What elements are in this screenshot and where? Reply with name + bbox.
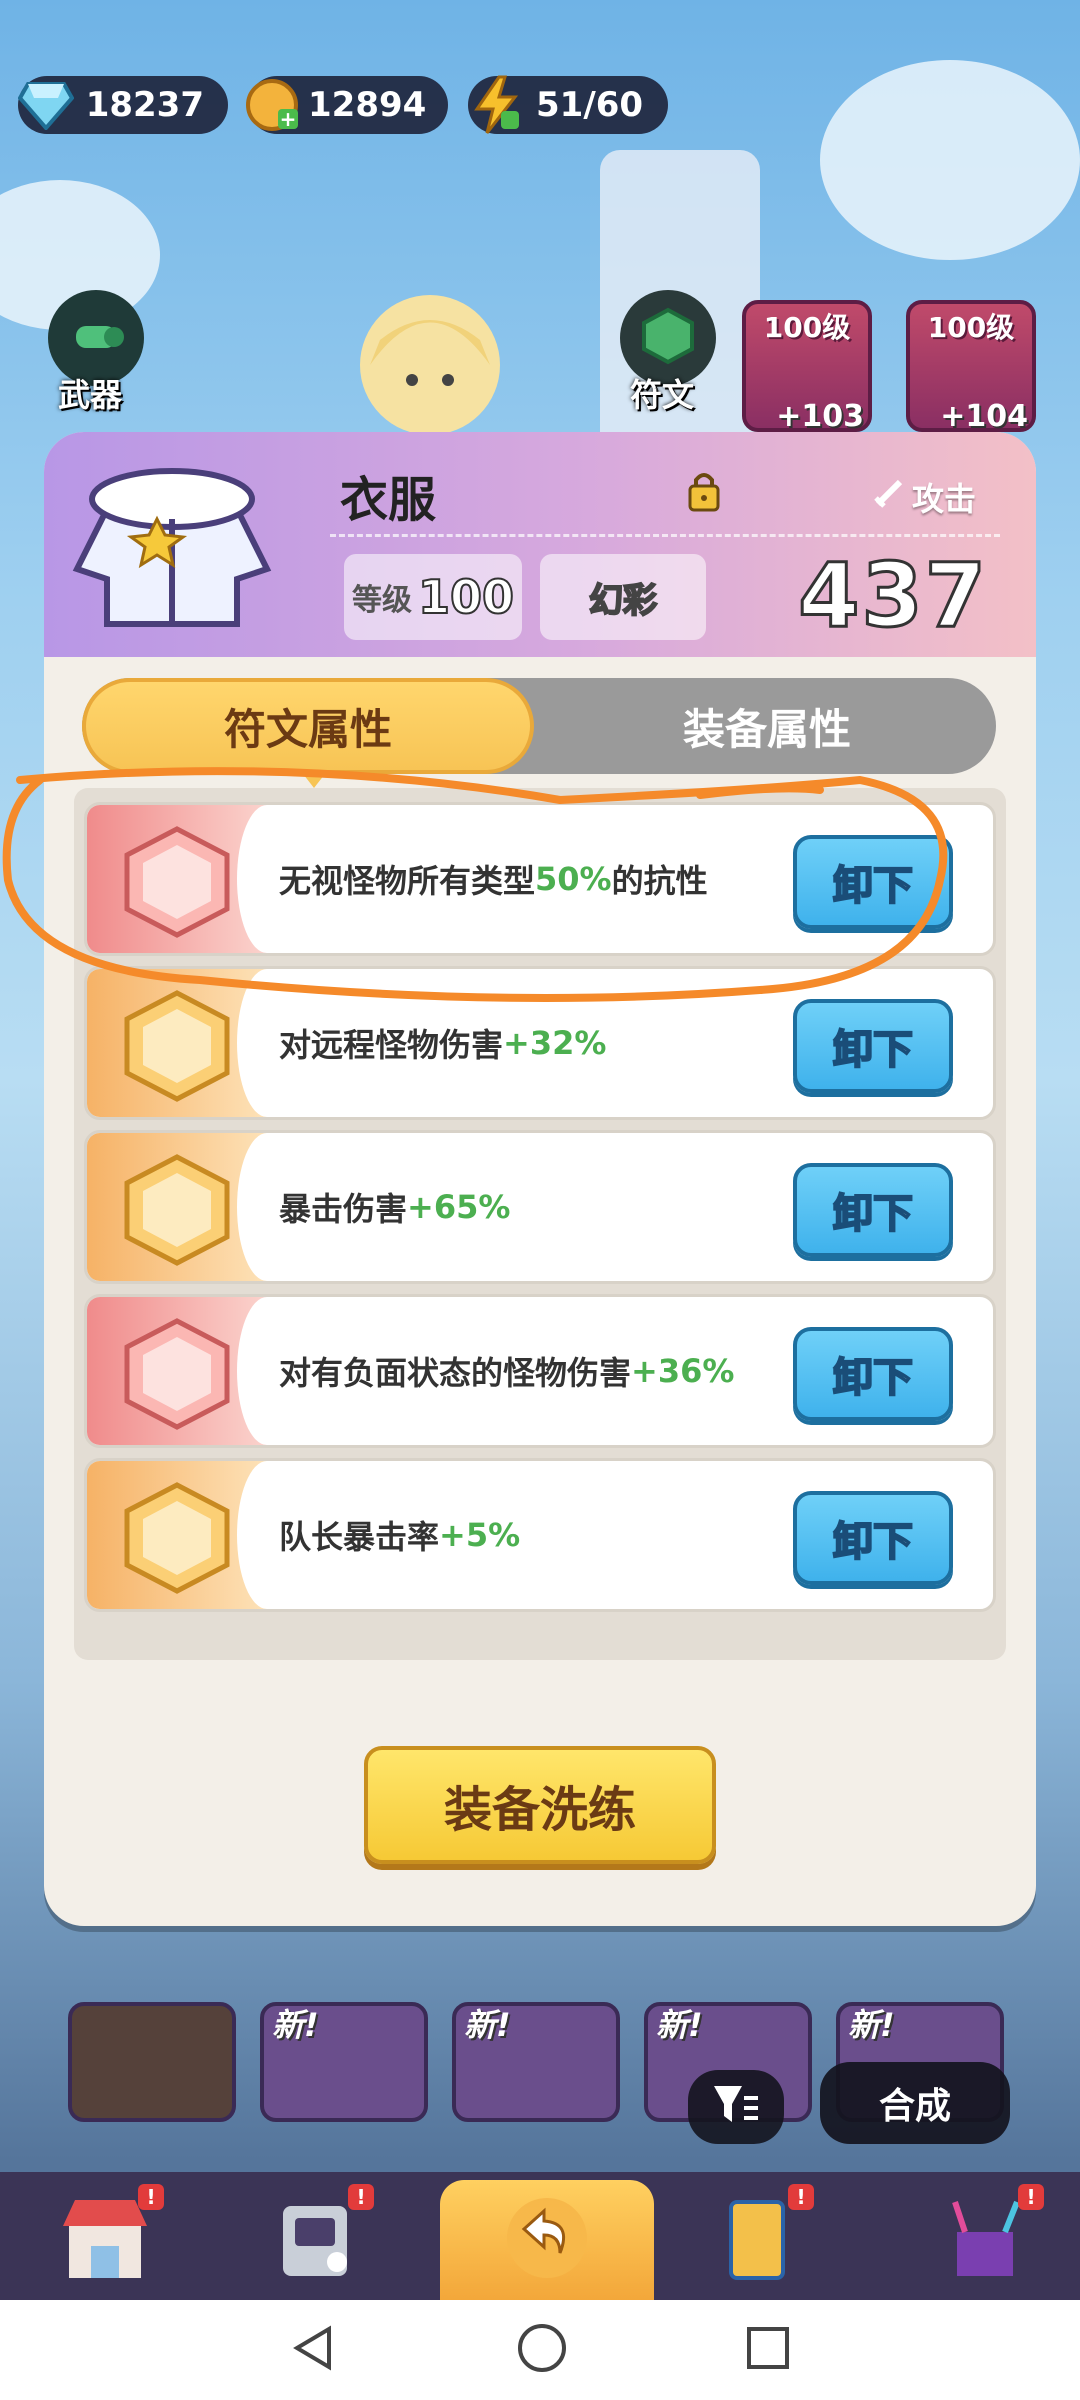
red-rune-gem-icon[interactable]	[117, 823, 237, 941]
coins-value: 12894	[308, 85, 427, 125]
coin-plus-icon: +	[244, 73, 300, 137]
home-circle-icon[interactable]	[516, 2322, 568, 2378]
rune-effect-text: 对有负面状态的怪物伤害	[279, 1354, 632, 1392]
inventory-card[interactable]: 新!	[452, 2002, 620, 2122]
gear-enhance: +104	[940, 399, 1028, 434]
rune-effect-suffix: 的抗性	[611, 862, 708, 900]
rune-effect-text: 队长暴击率	[279, 1518, 440, 1556]
modal-header: 衣服 攻击 等级 100 幻彩 437	[44, 432, 1036, 657]
svg-text:+: +	[280, 107, 297, 131]
unequip-button[interactable]: 卸下	[793, 835, 953, 929]
orange-rune-gem-icon[interactable]	[117, 987, 237, 1105]
hero-portrait[interactable]	[330, 270, 530, 450]
unequip-button[interactable]: 卸下	[793, 999, 953, 1093]
refine-equipment-button[interactable]: 装备洗练	[364, 1746, 716, 1864]
merge-button[interactable]: 合成	[820, 2062, 1010, 2144]
weapon-label: 武器	[58, 376, 123, 414]
new-badge: 新!	[848, 2006, 895, 2044]
energy-counter[interactable]: 51/60	[468, 75, 668, 134]
red-rune-gem-icon[interactable]	[117, 1315, 237, 1433]
back-triangle-icon[interactable]	[289, 2323, 339, 2377]
gear-enhance: +103	[776, 399, 864, 434]
resource-bar: 18237 + 12894 51/60	[17, 75, 668, 134]
sword-icon	[872, 476, 906, 518]
adventure-nav[interactable]: !	[690, 2180, 820, 2298]
rune-row: 无视怪物所有类型 50% 的抗性 卸下	[84, 802, 996, 956]
unequip-button[interactable]: 卸下	[793, 1327, 953, 1421]
gear-level: 100级	[763, 311, 851, 344]
gear-card-helmet[interactable]: 100级 +103	[742, 300, 872, 434]
rarity-badge: 幻彩	[540, 554, 706, 640]
rune-row: 对远程怪物伤害 +32% 卸下	[84, 966, 996, 1120]
orange-rune-gem-icon[interactable]	[117, 1151, 237, 1269]
inventory-card[interactable]: 新!	[260, 2002, 428, 2122]
gear-card-armor[interactable]: 100级 +104	[906, 300, 1036, 434]
filter-button[interactable]	[688, 2070, 784, 2144]
rune-effect: 无视怪物所有类型 50% 的抗性	[279, 805, 708, 953]
gems-counter[interactable]: 18237	[17, 76, 228, 134]
new-badge: 新!	[464, 2006, 511, 2044]
rune-effect: 对远程怪物伤害 +32%	[279, 969, 606, 1117]
rune-row: 队长暴击率 +5% 卸下	[84, 1458, 996, 1612]
level-value: 100	[417, 569, 515, 625]
header-divider	[330, 534, 1000, 537]
level-label: 等级	[351, 583, 412, 618]
rune-effect-text: 暴击伤害	[279, 1190, 408, 1228]
energy-value: 51/60	[536, 85, 644, 125]
jacket-icon	[62, 444, 282, 644]
hero-equipment-area: 武器 符文 100级 +103 100级 +104	[0, 160, 1080, 460]
weapon-icon	[66, 306, 126, 370]
filter-icon	[712, 2084, 760, 2130]
return-arrow-icon	[502, 2193, 592, 2287]
gacha-nav[interactable]: !	[250, 2180, 380, 2298]
equipment-detail-modal: 衣服 攻击 等级 100 幻彩 437 符文属性 装备属性 无视怪物所有类型 50…	[44, 432, 1036, 1926]
alert-badge: !	[1018, 2184, 1044, 2210]
rune-effect-text: 对远程怪物伤害	[279, 1026, 504, 1064]
rune-bonus: +65%	[407, 1188, 511, 1226]
gear-level: 100级	[927, 311, 1015, 344]
orange-rune-gem-icon[interactable]	[117, 1479, 237, 1597]
rune-bonus: 50%	[535, 860, 612, 898]
gems-value: 18237	[85, 85, 204, 125]
event-nav[interactable]: !	[920, 2180, 1050, 2298]
item-name: 衣服	[340, 472, 437, 528]
rune-list: 无视怪物所有类型 50% 的抗性 卸下 对远程怪物伤害 +32% 卸下 暴击伤害 +65…	[74, 788, 1006, 1660]
attribute-tabs: 符文属性 装备属性	[82, 678, 996, 788]
alert-badge: !	[788, 2184, 814, 2210]
coins-counter[interactable]: + 12894	[246, 76, 448, 134]
stat-type: 攻击	[872, 474, 976, 520]
new-badge: 新!	[656, 2006, 703, 2044]
rune-bonus: +32%	[503, 1024, 607, 1062]
home-nav[interactable]	[440, 2180, 654, 2300]
rune-bonus: +36%	[631, 1352, 735, 1390]
gem-icon	[14, 73, 78, 137]
tab-rune-attributes[interactable]: 符文属性	[82, 678, 534, 788]
rune-row: 暴击伤害 +65% 卸下	[84, 1130, 996, 1284]
unequip-button[interactable]: 卸下	[793, 1491, 953, 1585]
system-navigation-bar	[0, 2300, 1080, 2400]
rune-effect-text: 无视怪物所有类型	[279, 862, 536, 900]
unequip-button[interactable]: 卸下	[793, 1163, 953, 1257]
tab-equipment-attributes[interactable]: 装备属性	[538, 678, 996, 774]
lock-icon[interactable]	[684, 468, 724, 512]
stat-type-label: 攻击	[911, 480, 976, 518]
recents-square-icon[interactable]	[745, 2325, 791, 2375]
rune-label: 符文	[630, 376, 695, 414]
level-box: 等级 100	[344, 554, 522, 640]
alert-badge: !	[348, 2184, 374, 2210]
rune-hexagon-icon	[638, 306, 698, 370]
alert-badge: !	[138, 2184, 164, 2210]
lightning-icon	[464, 73, 528, 137]
rune-effect: 对有负面状态的怪物伤害 +36%	[279, 1297, 734, 1445]
shop-nav[interactable]: !	[40, 2180, 170, 2298]
rune-effect: 暴击伤害 +65%	[279, 1133, 510, 1281]
new-badge: 新!	[272, 2006, 319, 2044]
power-value: 437	[797, 543, 988, 649]
rune-row: 对有负面状态的怪物伤害 +36% 卸下	[84, 1294, 996, 1448]
rune-bonus: +5%	[439, 1516, 521, 1554]
inventory-card[interactable]	[68, 2002, 236, 2122]
rune-effect: 队长暴击率 +5%	[279, 1461, 520, 1609]
